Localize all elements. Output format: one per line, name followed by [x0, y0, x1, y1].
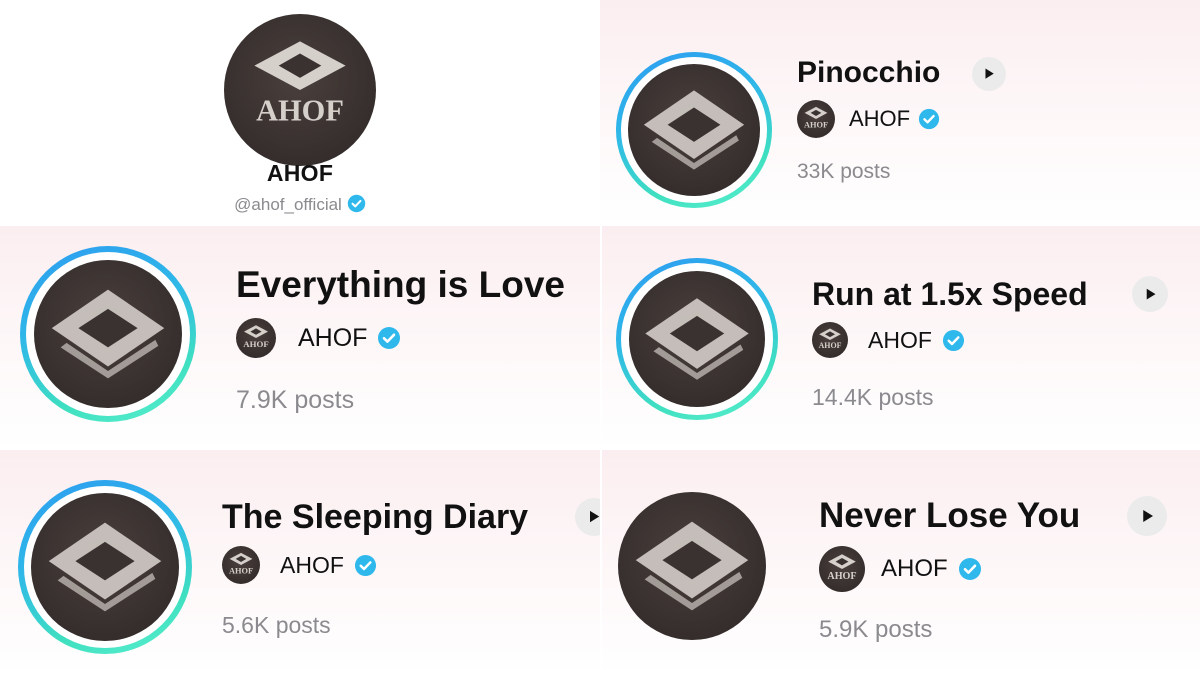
svg-text:AHOF: AHOF — [804, 120, 828, 129]
verified-badge-icon — [347, 194, 366, 213]
song-card-never-lose-you[interactable]: Never Lose You AHOF AHOF 5.9K posts — [602, 450, 1200, 675]
song-card-the-sleeping-diary[interactable]: The Sleeping Diary AHOF AHOF 5.6K posts — [0, 450, 600, 675]
ahof-logo-icon: AHOF — [243, 318, 269, 349]
artist-profile-header: AHOF AHOF @ahof_official — [0, 0, 600, 224]
svg-text:AHOF: AHOF — [819, 341, 842, 350]
song-card-run-at-1-5x-speed[interactable]: Run at 1.5x Speed AHOF AHOF 14.4K posts — [602, 226, 1200, 448]
play-button[interactable] — [1127, 496, 1167, 536]
play-button[interactable] — [972, 57, 1006, 91]
artist-row[interactable]: AHOF AHOF — [236, 318, 401, 358]
song-title: Pinocchio — [797, 56, 941, 89]
song-title: The Sleeping Diary — [222, 498, 529, 536]
play-button[interactable] — [1132, 276, 1168, 312]
song-card-everything-is-love[interactable]: Everything is Love AHOF AHOF 7.9K posts — [0, 226, 600, 448]
diamond-logo-icon — [629, 271, 765, 407]
verified-badge-icon — [918, 108, 940, 130]
artist-name: AHOF — [868, 326, 932, 353]
post-count: 7.9K posts — [236, 386, 355, 414]
artist-avatar: AHOF — [236, 318, 276, 358]
ahof-logo-icon: AHOF — [229, 546, 253, 575]
artist-avatar: AHOF — [797, 100, 835, 138]
diamond-logo-icon — [618, 492, 766, 640]
song-cover — [618, 492, 766, 640]
ahof-logo-icon: AHOF — [827, 546, 857, 582]
artist-row[interactable]: AHOF AHOF — [812, 322, 965, 358]
artist-avatar: AHOF — [819, 546, 865, 592]
ahof-logo-icon: AHOF — [254, 41, 346, 127]
ahof-logo-icon: AHOF — [804, 100, 828, 129]
song-title: Never Lose You — [819, 496, 1081, 535]
artist-row[interactable]: AHOF AHOF — [819, 546, 982, 592]
artist-avatar: AHOF — [812, 322, 848, 358]
svg-text:AHOF: AHOF — [827, 571, 856, 582]
diamond-logo-icon — [628, 64, 760, 196]
svg-text:AHOF: AHOF — [243, 339, 268, 349]
verified-badge-icon — [377, 326, 401, 350]
verified-badge-icon — [958, 557, 982, 581]
ahof-logo-icon: AHOF — [819, 322, 842, 350]
svg-text:AHOF: AHOF — [229, 566, 253, 575]
artist-row[interactable]: AHOF AHOF — [797, 100, 940, 138]
artist-name: AHOF — [881, 555, 948, 582]
song-cover — [629, 271, 765, 407]
profile-name: AHOF — [266, 160, 334, 186]
song-cover — [34, 260, 182, 408]
profile-handle[interactable]: @ahof_official — [0, 194, 600, 215]
play-icon — [1138, 507, 1156, 525]
story-ring — [616, 52, 772, 208]
play-icon — [585, 508, 600, 525]
story-ring — [20, 246, 196, 422]
story-ring — [616, 258, 778, 420]
diamond-logo-icon — [31, 493, 179, 641]
artist-name: AHOF — [280, 551, 344, 578]
diamond-logo-icon — [34, 260, 182, 408]
song-title: Everything is Love — [236, 264, 565, 305]
verified-badge-icon — [942, 329, 965, 352]
play-icon — [1142, 286, 1158, 302]
play-button[interactable] — [575, 498, 600, 536]
artist-row[interactable]: AHOF AHOF — [222, 546, 377, 584]
artist-name: AHOF — [298, 323, 368, 352]
post-count: 5.9K posts — [819, 616, 933, 643]
artist-avatar: AHOF — [222, 546, 260, 584]
song-title: Run at 1.5x Speed — [812, 276, 1088, 312]
verified-badge-icon — [354, 554, 377, 577]
artist-name: AHOF — [849, 106, 911, 131]
play-icon — [981, 66, 996, 81]
profile-avatar[interactable]: AHOF — [224, 14, 376, 166]
song-card-pinocchio[interactable]: Pinocchio AHOF AHOF 33K posts — [600, 0, 1200, 224]
song-cover — [628, 64, 760, 196]
post-count: 5.6K posts — [222, 612, 331, 638]
avatar-logo-text: AHOF — [256, 93, 344, 127]
profile-handle-text: @ahof_official — [234, 195, 342, 214]
story-ring — [18, 480, 192, 654]
song-cover — [31, 493, 179, 641]
post-count: 14.4K posts — [812, 384, 934, 410]
post-count: 33K posts — [797, 160, 891, 183]
